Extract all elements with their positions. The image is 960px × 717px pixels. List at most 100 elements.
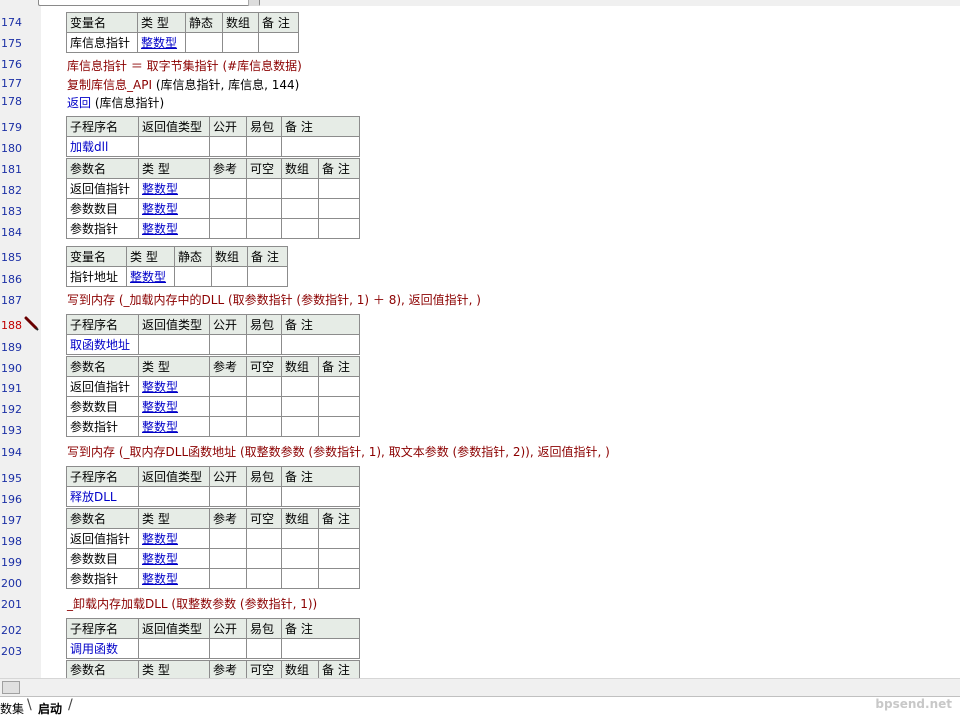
code-line-176[interactable]: 库信息指针 ＝ 取字节集指针 (#库信息数据) [67, 57, 302, 74]
header-cell: 易包 [246, 466, 282, 487]
header-cell: 参数名 [66, 660, 139, 679]
line-number-active: 188 [1, 319, 22, 332]
code-line-201[interactable]: _卸载内存加载DLL (取整数参数 (参数指针, 1)) [67, 595, 317, 612]
dropdown-arrow-icon[interactable] [248, 0, 259, 6]
code-line-194[interactable]: 写到内存 (_取内存DLL函数地址 (取整数参数 (参数指针, 1), 取文本参… [67, 443, 610, 460]
header-cell: 数组 [211, 246, 248, 267]
line-number: 198 [1, 535, 22, 548]
line-number: 182 [1, 184, 22, 197]
param-name-cell[interactable]: 返回值指针 [66, 376, 139, 397]
var-name-cell[interactable]: 库信息指针 [66, 32, 138, 53]
header-cell: 子程序名 [66, 116, 139, 137]
header-cell: 备 注 [281, 116, 360, 137]
empty-cell[interactable] [138, 136, 210, 157]
subroutine-name[interactable]: 调用函数 [66, 638, 139, 659]
type-cell[interactable]: 整数型 [138, 218, 210, 239]
tab-separator: / [68, 697, 73, 713]
sheet-tab-bar: 数集 \ 启动 / [0, 696, 960, 717]
horizontal-scrollbar[interactable] [0, 678, 960, 696]
header-cell: 可空 [246, 660, 282, 679]
empty-cell[interactable] [258, 32, 299, 53]
scrollbar-thumb[interactable] [2, 681, 20, 694]
tab-data-set[interactable]: 数集 [0, 700, 24, 717]
header-cell: 参考 [209, 660, 247, 679]
line-number: 197 [1, 514, 22, 527]
line-number: 184 [1, 226, 22, 239]
header-cell: 参考 [209, 508, 247, 529]
header-cell: 参考 [209, 158, 247, 179]
header-cell: 备 注 [318, 508, 360, 529]
line-number: 189 [1, 341, 22, 354]
header-cell: 类 型 [137, 12, 186, 33]
subroutine-name[interactable]: 加载dll [66, 136, 139, 157]
param-name-cell[interactable]: 参数数目 [66, 198, 139, 219]
param-name-cell[interactable]: 参数指针 [66, 568, 139, 589]
pencil-icon[interactable] [24, 316, 40, 332]
header-cell: 备 注 [318, 660, 360, 679]
header-cell: 公开 [209, 116, 247, 137]
line-number: 201 [1, 598, 22, 611]
header-cell: 备 注 [318, 158, 360, 179]
line-number: 190 [1, 362, 22, 375]
header-cell: 公开 [209, 466, 247, 487]
subroutine-name[interactable]: 取函数地址 [66, 334, 139, 355]
subroutine-table: 子程序名 返回值类型 公开 易包 备 注 释放DLL [66, 466, 360, 507]
header-cell: 变量名 [66, 12, 138, 33]
param-name-cell[interactable]: 参数数目 [66, 548, 139, 569]
header-cell: 子程序名 [66, 314, 139, 335]
header-cell: 易包 [246, 314, 282, 335]
code-line-177[interactable]: 复制库信息_API (库信息指针, 库信息, 144) [67, 76, 299, 93]
line-number: 192 [1, 403, 22, 416]
line-number: 193 [1, 424, 22, 437]
type-cell[interactable]: 整数型 [138, 568, 210, 589]
line-number: 187 [1, 294, 22, 307]
type-cell[interactable]: 整数型 [138, 528, 210, 549]
subroutine-table: 子程序名 返回值类型 公开 易包 备 注 取函数地址 [66, 314, 360, 355]
type-cell[interactable]: 整数型 [138, 416, 210, 437]
param-name-cell[interactable]: 参数指针 [66, 416, 139, 437]
header-cell: 返回值类型 [138, 314, 210, 335]
header-cell: 参考 [209, 356, 247, 377]
param-name-cell[interactable]: 返回值指针 [66, 528, 139, 549]
empty-cell[interactable] [246, 136, 282, 157]
type-cell[interactable]: 整数型 [138, 376, 210, 397]
header-cell: 数组 [281, 660, 319, 679]
empty-cell[interactable] [209, 136, 247, 157]
header-cell: 备 注 [318, 356, 360, 377]
top-scroll-box[interactable] [38, 0, 260, 6]
empty-cell[interactable] [185, 32, 223, 53]
parameter-table: 参数名 类 型 参考 可空 数组 备 注 [66, 660, 360, 679]
header-cell: 变量名 [66, 246, 127, 267]
watermark: bpsend.net [875, 697, 952, 711]
top-scrollbar[interactable] [0, 0, 960, 6]
type-cell[interactable]: 整数型 [126, 266, 175, 287]
type-cell[interactable]: 整数型 [138, 178, 210, 199]
header-cell: 参数名 [66, 508, 139, 529]
subroutine-table: 子程序名 返回值类型 公开 易包 备 注 加载dll [66, 116, 360, 157]
var-name-cell[interactable]: 指针地址 [66, 266, 127, 287]
line-number: 175 [1, 37, 22, 50]
header-cell: 可空 [246, 356, 282, 377]
header-cell: 数组 [222, 12, 259, 33]
empty-cell[interactable] [281, 136, 360, 157]
header-cell: 备 注 [281, 466, 360, 487]
header-cell: 数组 [281, 356, 319, 377]
type-cell[interactable]: 整数型 [138, 396, 210, 417]
tab-startup[interactable]: 启动 [38, 700, 62, 717]
param-name-cell[interactable]: 参数指针 [66, 218, 139, 239]
type-cell[interactable]: 整数型 [137, 32, 186, 53]
code-line-178[interactable]: 返回 (库信息指针) [67, 94, 164, 111]
empty-cell[interactable] [222, 32, 259, 53]
type-cell[interactable]: 整数型 [138, 548, 210, 569]
code-line-187[interactable]: 写到内存 (_加载内存中的DLL (取参数指针 (参数指针, 1) ＋ 8), … [67, 291, 481, 308]
function-call: 复制库信息_API [67, 78, 152, 92]
line-number: 180 [1, 142, 22, 155]
type-cell[interactable]: 整数型 [138, 198, 210, 219]
header-cell: 类 型 [138, 660, 210, 679]
subroutine-name[interactable]: 释放DLL [66, 486, 139, 507]
line-number: 200 [1, 577, 22, 590]
header-cell: 备 注 [247, 246, 288, 267]
param-name-cell[interactable]: 参数数目 [66, 396, 139, 417]
param-name-cell[interactable]: 返回值指针 [66, 178, 139, 199]
line-number: 202 [1, 624, 22, 637]
